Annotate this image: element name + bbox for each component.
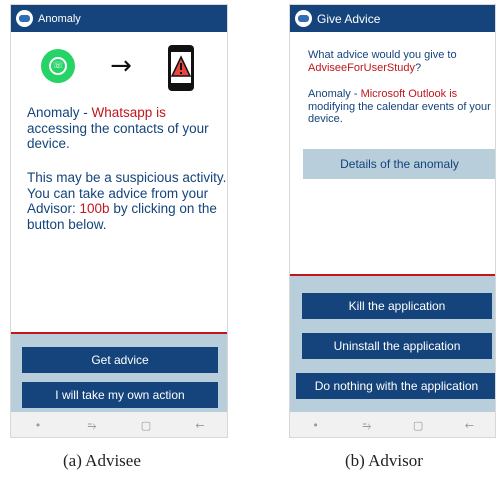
recent-apps-icon[interactable]: ⥱	[80, 419, 104, 433]
phone-alert-icon	[168, 45, 194, 91]
advisee-caption: (a) Advisee	[63, 451, 141, 470]
get-advice-button[interactable]: Get advice	[22, 347, 218, 373]
nav-dot-icon[interactable]: •	[26, 419, 50, 432]
back-icon[interactable]: ←	[457, 419, 481, 432]
anomaly-message: Anomaly - Microsoft Outlook is modifying…	[308, 88, 493, 126]
anomaly-description: accessing the contacts of your device.	[27, 120, 209, 152]
anomaly-app-name: Whatsapp is	[91, 105, 166, 120]
anomaly-illustration: ☏ →	[11, 43, 227, 93]
whatsapp-icon: ☏	[41, 49, 75, 83]
recent-apps-icon[interactable]: ⥱	[355, 419, 379, 433]
anomaly-details-button[interactable]: Details of the anomaly	[303, 149, 495, 179]
own-action-button[interactable]: I will take my own action	[22, 382, 218, 408]
home-icon[interactable]: ▢	[406, 419, 430, 432]
advice-question: What advice would you give to AdviseeFor…	[308, 49, 493, 74]
anomaly-prefix: Anomaly -	[27, 105, 92, 120]
question-suffix: ?	[415, 61, 422, 74]
app-icon	[16, 10, 33, 27]
action-panel: Kill the application Uninstall the appli…	[290, 274, 495, 412]
kill-app-button[interactable]: Kill the application	[302, 293, 492, 319]
anomaly-description: modifying the calendar events of your de…	[308, 100, 491, 126]
system-navbar: • ⥱ ▢ ←	[290, 412, 495, 437]
anomaly-app-name: Microsoft Outlook is	[360, 88, 458, 100]
app-icon	[295, 10, 312, 27]
home-icon[interactable]: ▢	[134, 419, 158, 432]
title-bar: Give Advice	[290, 5, 495, 32]
right-arrow-icon: →	[110, 51, 132, 81]
advisor-caption: (b) Advisor	[345, 451, 423, 470]
advice-prompt: This may be a suspicious activity. You c…	[27, 170, 227, 232]
advisee-name: AdviseeForUserStudy	[308, 61, 415, 74]
uninstall-app-button[interactable]: Uninstall the application	[302, 333, 492, 359]
anomaly-prefix: Anomaly -	[308, 88, 361, 100]
action-panel: Get advice I will take my own action	[11, 332, 227, 412]
nav-dot-icon[interactable]: •	[304, 419, 328, 432]
screen-title: Anomaly	[38, 12, 81, 25]
do-nothing-button[interactable]: Do nothing with the application	[296, 373, 495, 399]
back-icon[interactable]: ←	[188, 419, 212, 432]
advisee-screen: Anomaly ☏ → Anomaly - Whatsapp is access…	[10, 4, 228, 438]
system-navbar: • ⥱ ▢ ←	[11, 412, 227, 437]
screen-title: Give Advice	[317, 11, 381, 26]
advisor-name: 100b	[79, 201, 110, 216]
advisor-screen: Give Advice What advice would you give t…	[289, 4, 496, 438]
anomaly-message: Anomaly - Whatsapp is accessing the cont…	[27, 105, 227, 152]
title-bar: Anomaly	[11, 5, 227, 32]
question-text: What advice would you give to	[308, 49, 457, 61]
